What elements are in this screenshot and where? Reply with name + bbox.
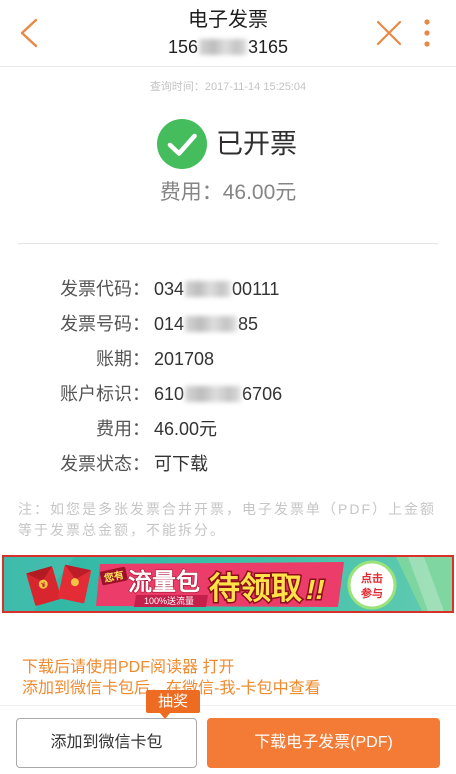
detail-label: 账期：: [96, 349, 150, 369]
banner-exclaim: !!: [306, 574, 325, 605]
detail-label: 账户标识：: [60, 384, 150, 404]
query-time: 查询时间：2017-11-14 15:25:04: [149, 81, 307, 93]
masked-digits: [185, 316, 238, 332]
masked-digits: [185, 281, 232, 297]
detail-label: 发票号码：: [60, 314, 150, 334]
banner-cta-line: 点击: [361, 571, 383, 585]
check-circle-icon: [157, 119, 207, 169]
detail-row-invoice-number: 发票号码： 014 85: [0, 307, 456, 342]
close-button[interactable]: [374, 18, 404, 48]
banner-cta-button[interactable]: 点击 参与: [347, 560, 397, 610]
divider: [18, 243, 438, 244]
download-pdf-button[interactable]: 下载电子发票(PDF): [207, 718, 440, 768]
note-line: 等于发票总金额，不能拆分。: [18, 522, 226, 538]
value-prefix: 610: [154, 384, 185, 404]
value-suffix: 6706: [242, 384, 283, 404]
detail-value: 034 00111: [154, 272, 279, 307]
detail-value: 014 85: [154, 307, 258, 342]
tip-line: 下载后请使用PDF阅读器 打开: [22, 659, 235, 676]
promo-banner[interactable]: ¥ 您有 流量包 100%送流量 待领取 !! 点击 参与: [2, 555, 454, 613]
masked-digits: [199, 39, 247, 55]
lottery-badge: 抽奖: [146, 690, 200, 713]
invoice-details: 发票代码： 034 00111 发票号码： 014 85 账期： 201708 账户…: [0, 272, 456, 482]
value-suffix: 85: [238, 314, 259, 334]
bottom-bar-divider: [0, 705, 456, 706]
detail-label: 发票代码：: [60, 279, 150, 299]
app-header: 电子发票 156 3165: [0, 0, 456, 67]
detail-value: 46.00元: [154, 419, 218, 439]
detail-row-billing-period: 账期： 201708: [0, 342, 456, 377]
detail-label: 费用：: [96, 419, 150, 439]
value-prefix: 014: [154, 314, 185, 334]
phone-prefix: 156: [167, 37, 198, 57]
add-to-wechat-button[interactable]: 添加到微信卡包: [16, 718, 197, 768]
phone-suffix: 3165: [248, 37, 289, 57]
close-icon: [376, 20, 402, 46]
value-suffix: 00111: [232, 279, 280, 299]
banner-subline: 100%送流量: [144, 595, 194, 606]
banner-headline: 流量包: [128, 568, 200, 596]
more-vertical-icon: [424, 19, 430, 47]
badge-pointer: [160, 713, 170, 719]
merge-invoice-note: 注：如您是多张发票合并开票，电子发票单（PDF）上金额 等于发票总金额，不能拆分…: [18, 499, 436, 541]
value-prefix: 034: [154, 279, 185, 299]
detail-row-account-id: 账户标识： 610 6706: [0, 377, 456, 412]
invoice-page: 电子发票 156 3165 查询时间：2017-11-14 15:25:04 已开…: [0, 0, 456, 774]
banner-highlight: 待领取: [209, 571, 302, 606]
detail-value: 201708: [154, 349, 215, 369]
detail-value: 610 6706: [154, 377, 282, 412]
detail-label: 发票状态：: [60, 454, 150, 474]
banner-cta-line: 参与: [361, 586, 383, 600]
invoice-status-title: 已开票: [216, 129, 297, 159]
detail-value: 可下载: [154, 454, 208, 474]
promo-banner-graphic: ¥ 您有 流量包 100%送流量 待领取 !! 点击 参与: [4, 557, 452, 611]
detail-row-invoice-code: 发票代码： 034 00111: [0, 272, 456, 307]
note-line: 注：如您是多张发票合并开票，电子发票单（PDF）上金额: [18, 501, 436, 517]
more-button[interactable]: [418, 16, 436, 50]
detail-row-status: 发票状态： 可下载: [0, 447, 456, 482]
detail-row-fee: 费用： 46.00元: [0, 412, 456, 447]
masked-digits: [185, 386, 242, 402]
fee-summary: 费用：46.00元: [159, 181, 297, 204]
